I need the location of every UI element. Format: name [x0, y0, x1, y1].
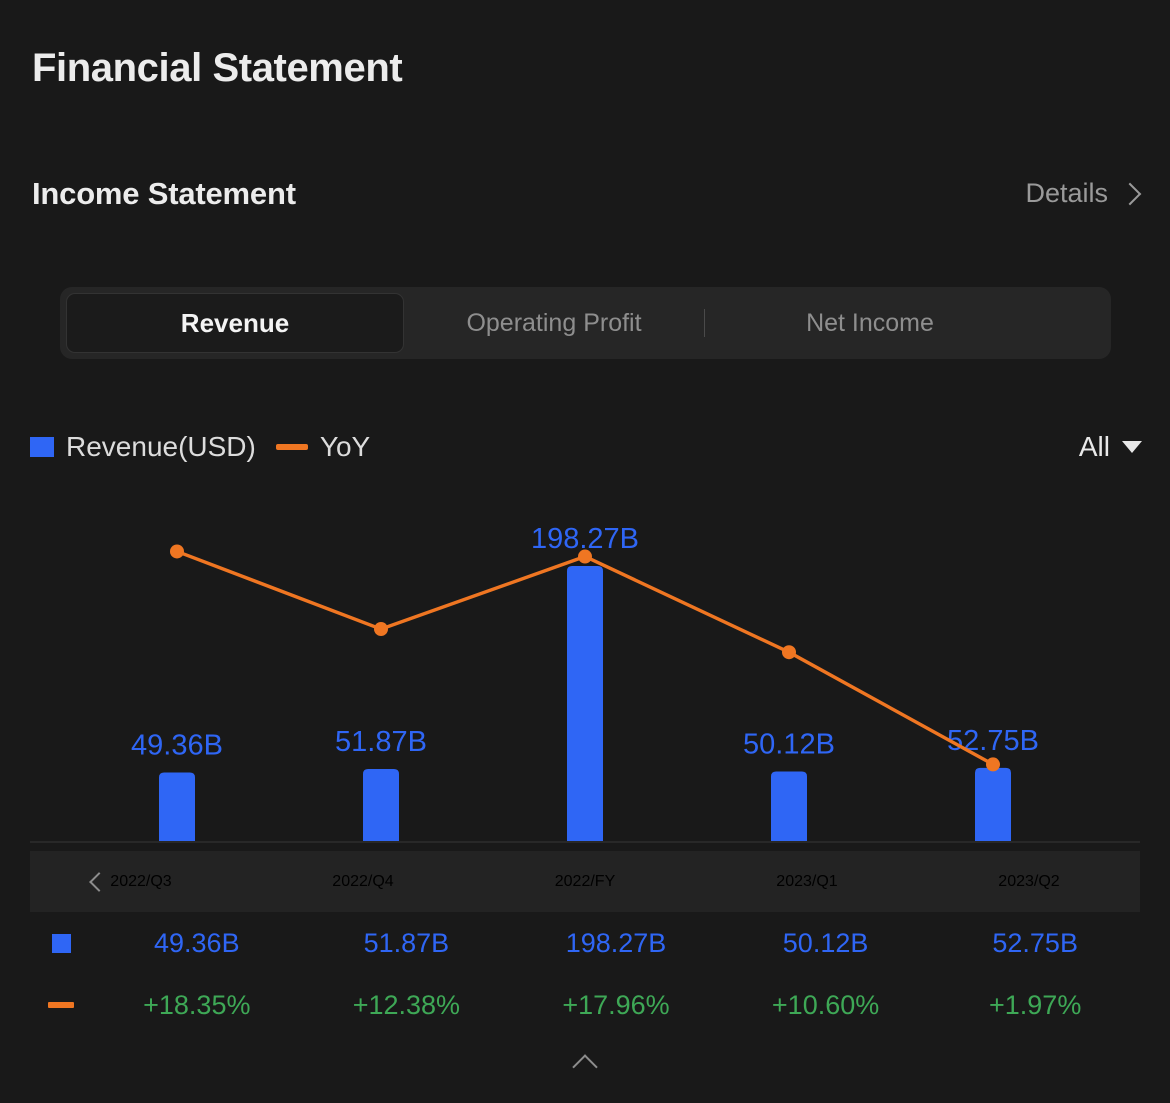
yoy-cells: +18.35% +12.38% +17.96% +10.60% +1.97% — [92, 990, 1140, 1021]
yoy-data-point — [374, 622, 388, 637]
section-title: Income Statement — [32, 176, 296, 211]
table-header-cell[interactable]: 2022/FY — [474, 873, 696, 891]
table-header-cell[interactable]: 2022/Q4 — [252, 873, 474, 891]
legend-item-revenue[interactable]: Revenue(USD) — [30, 431, 256, 463]
table-cell-yoy: +12.38% — [352, 989, 461, 1020]
table-row-revenue: 49.36B 51.87B 198.27B 50.12B 52.75B — [30, 912, 1140, 974]
revenue-chart[interactable]: 49.36B 51.87B 198.27B 50.12B 52.75B — [0, 490, 1170, 850]
collapse-table-button[interactable] — [30, 1036, 1140, 1090]
yoy-data-point — [782, 645, 796, 660]
chart-bar — [771, 771, 807, 841]
table-cell-revenue: 49.36B — [154, 927, 240, 958]
table-cell-revenue: 50.12B — [782, 927, 869, 958]
row-marker-revenue — [30, 933, 92, 953]
yoy-data-point — [986, 757, 1000, 772]
revenue-cells: 49.36B 51.87B 198.27B 50.12B 52.75B — [92, 928, 1140, 959]
table-cell-yoy: +18.35% — [143, 989, 251, 1020]
chart-legend: Revenue(USD) YoY All — [30, 425, 1142, 469]
row-marker-yoy — [30, 1002, 92, 1008]
statement-tab-bar: Revenue Operating Profit Net Income — [60, 287, 1111, 359]
table-header-cell[interactable]: 2023/Q2 — [918, 873, 1140, 891]
chevron-right-icon — [1118, 182, 1142, 206]
tab-revenue[interactable]: Revenue — [66, 293, 404, 353]
table-header-row: 2022/Q3 2022/Q4 2022/FY 2023/Q1 2023/Q2 — [30, 851, 1140, 912]
yoy-data-point — [170, 544, 184, 559]
chart-bar — [975, 767, 1011, 841]
caret-down-icon — [1122, 441, 1142, 453]
bar-marker-icon — [51, 933, 71, 953]
legend-revenue-label: Revenue(USD) — [66, 431, 256, 462]
page-title: Financial Statement — [32, 46, 403, 90]
section-header: Income Statement Details — [32, 176, 1142, 224]
chart-bar-label: 52.75B — [947, 725, 1039, 757]
legend-item-yoy[interactable]: YoY — [275, 431, 371, 463]
table-cell-yoy: +17.96% — [562, 989, 670, 1020]
details-link[interactable]: Details — [1025, 178, 1142, 209]
yoy-data-point — [578, 549, 592, 564]
period-data-table: 2022/Q3 2022/Q4 2022/FY 2023/Q1 2023/Q2 … — [30, 851, 1140, 1103]
table-header-cell[interactable]: 2022/Q3 — [30, 873, 252, 891]
table-cell-revenue: 51.87B — [363, 927, 450, 958]
tab-operating-profit[interactable]: Operating Profit — [404, 293, 704, 353]
tab-net-income[interactable]: Net Income — [705, 293, 1035, 353]
chart-bar-label: 51.87B — [335, 726, 427, 758]
chevron-left-icon[interactable] — [86, 869, 112, 895]
range-select-value: All — [1078, 431, 1110, 462]
chart-bar-label: 50.12B — [743, 728, 835, 760]
details-label: Details — [1025, 178, 1108, 208]
chart-bar — [159, 772, 195, 841]
chart-bar-label: 49.36B — [131, 730, 223, 762]
range-select[interactable]: All — [1079, 431, 1142, 463]
chart-bar — [567, 566, 603, 841]
table-row-yoy: +18.35% +12.38% +17.96% +10.60% +1.97% — [30, 974, 1140, 1036]
chart-svg: 49.36B 51.87B198.27B50.12B 52.75B — [30, 523, 1140, 843]
chevron-up-icon — [572, 1054, 598, 1080]
legend-bar-swatch-icon — [30, 437, 54, 457]
chart-bar — [363, 769, 399, 841]
table-header-cell[interactable]: 2023/Q1 — [696, 873, 918, 891]
table-cell-yoy: +10.60% — [771, 989, 880, 1020]
legend-yoy-label: YoY — [319, 431, 371, 462]
table-cell-revenue: 52.75B — [992, 927, 1078, 958]
financial-statement-page: Financial Statement Income Statement Det… — [0, 0, 1170, 1103]
table-cell-yoy: +1.97% — [989, 989, 1082, 1020]
table-cell-revenue: 198.27B — [565, 927, 667, 958]
line-marker-icon — [48, 1002, 74, 1008]
legend-line-swatch-icon — [275, 444, 308, 450]
